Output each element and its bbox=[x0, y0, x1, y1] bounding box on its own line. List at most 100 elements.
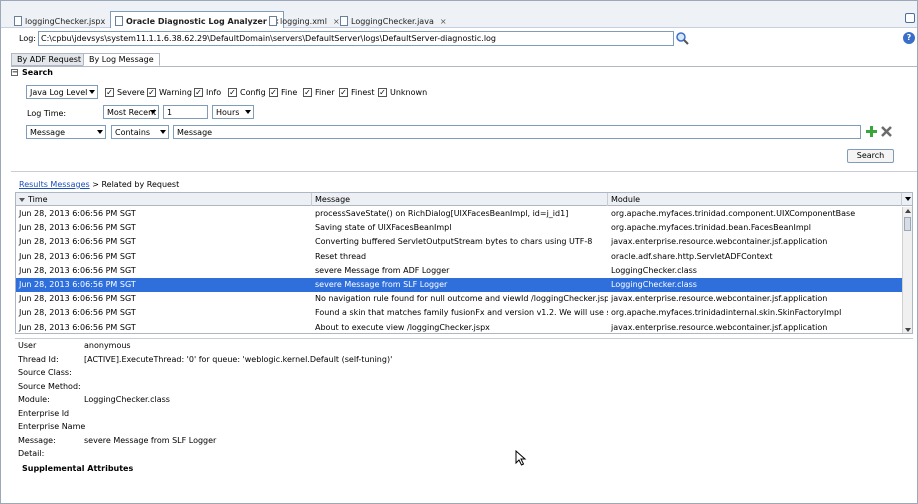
table-row[interactable]: Jun 28, 2013 6:06:56 PM SGT Found a skin… bbox=[16, 306, 902, 320]
operator-select[interactable]: Contains bbox=[111, 125, 169, 139]
log-path-input[interactable] bbox=[38, 31, 674, 46]
tab-oracle-diagnostic-log-analyzer[interactable]: Oracle Diagnostic Log Analyzer × bbox=[110, 11, 285, 28]
checkbox-checked-icon[interactable]: ✓ bbox=[269, 88, 278, 97]
remove-criteria-icon[interactable] bbox=[881, 126, 892, 137]
column-menu-icon[interactable] bbox=[905, 197, 911, 201]
tab-by-adf-request[interactable]: By ADF Request bbox=[11, 53, 88, 66]
query-input[interactable]: Message bbox=[173, 125, 861, 139]
time-unit-select[interactable]: Hours bbox=[212, 105, 254, 119]
sort-descending-icon bbox=[19, 198, 25, 202]
cell-module: org.apache.myfaces.trinidad.bean.FacesBe… bbox=[611, 223, 811, 233]
checkbox-unknown[interactable]: ✓ Unknown bbox=[378, 88, 427, 97]
detail-row-enterprise-name: Enterprise Name bbox=[18, 422, 85, 431]
cell-time: Jun 28, 2013 6:06:56 PM SGT bbox=[19, 279, 136, 289]
table-row[interactable]: Jun 28, 2013 6:06:56 PM SGT Reset thread… bbox=[16, 250, 902, 264]
checkbox-finest[interactable]: ✓ Finest bbox=[339, 88, 375, 97]
cell-message: Found a skin that matches family fusionF… bbox=[315, 308, 608, 318]
checkbox-checked-icon[interactable]: ✓ bbox=[303, 88, 312, 97]
cell-module: org.apache.myfaces.trinidad.component.UI… bbox=[611, 209, 856, 218]
detail-row-thread-id: Thread Id: [ACTIVE].ExecuteThread: '0' fo… bbox=[18, 355, 392, 364]
checkbox-severe[interactable]: ✓ Severe bbox=[105, 88, 145, 97]
results-table: Time Message Module Jun 28, 2013 6:06:56… bbox=[15, 192, 913, 334]
checkbox-config[interactable]: ✓ Config bbox=[228, 88, 266, 97]
checkbox-fine[interactable]: ✓ Fine bbox=[269, 88, 297, 97]
cell-message: severe Message from SLF Logger bbox=[315, 279, 448, 289]
add-criteria-icon[interactable] bbox=[866, 126, 877, 137]
cell-time: Jun 28, 2013 6:06:56 PM SGT bbox=[19, 308, 136, 318]
detail-row-message: Message: severe Message from SLF Logger bbox=[18, 436, 216, 445]
help-icon[interactable]: ? bbox=[903, 32, 915, 44]
cell-module: javax.enterprise.resource.webcontainer.j… bbox=[611, 237, 828, 247]
log-label: Log: bbox=[19, 34, 36, 43]
scroll-thumb[interactable] bbox=[904, 217, 911, 231]
table-row[interactable]: Jun 28, 2013 6:06:56 PM SGT About to exe… bbox=[16, 321, 902, 334]
checkbox-finer[interactable]: ✓ Finer bbox=[303, 88, 335, 97]
detail-row-enterprise-id: Enterprise Id bbox=[18, 409, 84, 418]
scroll-up-icon[interactable] bbox=[905, 209, 911, 213]
detail-row-source-class: Source Class: bbox=[18, 368, 84, 377]
tab-loggingchecker-jspx[interactable]: loggingChecker.jspx × bbox=[10, 12, 122, 28]
time-value-input[interactable]: 1 bbox=[163, 105, 208, 119]
tab-logging-xml[interactable]: logging.xml × bbox=[265, 12, 344, 28]
divider bbox=[11, 66, 917, 67]
detail-key: Source Class: bbox=[18, 368, 72, 377]
checkbox-checked-icon[interactable]: ✓ bbox=[339, 88, 348, 97]
log-level-select[interactable]: Java Log Level bbox=[26, 85, 98, 99]
detail-row-user: User anonymous bbox=[18, 341, 131, 350]
restore-window-icon[interactable] bbox=[905, 13, 915, 23]
log-analyzer-icon bbox=[115, 16, 123, 26]
log-path-bar: Log: ? bbox=[1, 28, 917, 50]
cell-message: Reset thread bbox=[315, 251, 367, 261]
cell-message: No navigation rule found for null outcom… bbox=[315, 294, 608, 304]
vertical-scrollbar[interactable] bbox=[902, 207, 912, 333]
cell-module: oracle.adf.share.http.ServletADFContext bbox=[611, 251, 773, 261]
supplemental-attributes-heading[interactable]: Supplemental Attributes bbox=[22, 464, 133, 473]
checkbox-checked-icon[interactable]: ✓ bbox=[378, 88, 387, 97]
checkbox-checked-icon[interactable]: ✓ bbox=[105, 88, 114, 97]
checkbox-label: Finest bbox=[351, 88, 375, 97]
search-button[interactable]: Search bbox=[847, 149, 894, 163]
checkbox-info[interactable]: ✓ Info bbox=[194, 88, 221, 97]
detail-value: [ACTIVE].ExecuteThread: '0' for queue: '… bbox=[84, 354, 393, 364]
detail-key: Thread Id: bbox=[18, 354, 59, 364]
table-body: Jun 28, 2013 6:06:56 PM SGT processSaveS… bbox=[16, 207, 902, 334]
close-icon[interactable]: × bbox=[440, 17, 447, 26]
table-row[interactable]: Jun 28, 2013 6:06:56 PM SGT Saving state… bbox=[16, 221, 902, 235]
tab-label: logging.xml bbox=[280, 16, 327, 26]
chevron-down-icon bbox=[160, 130, 166, 134]
checkbox-checked-icon[interactable]: ✓ bbox=[147, 88, 156, 97]
scroll-down-icon[interactable] bbox=[905, 328, 911, 332]
table-row[interactable]: Jun 28, 2013 6:06:56 PM SGT Converting b… bbox=[16, 235, 902, 249]
column-header-message[interactable]: Message bbox=[312, 193, 608, 206]
table-row[interactable]: Jun 28, 2013 6:06:56 PM SGT severe Messa… bbox=[16, 264, 902, 278]
collapse-icon[interactable]: − bbox=[11, 69, 18, 76]
table-header: Time Message Module bbox=[16, 193, 912, 206]
java-file-icon bbox=[340, 16, 348, 26]
table-row[interactable]: Jun 28, 2013 6:06:56 PM SGT processSaveS… bbox=[16, 207, 902, 221]
time-mode-select[interactable]: Most Recent bbox=[103, 105, 159, 119]
checkbox-checked-icon[interactable]: ✓ bbox=[194, 88, 203, 97]
cell-time: Jun 28, 2013 6:06:56 PM SGT bbox=[19, 251, 136, 261]
breadcrumb-current: > Related by Request bbox=[89, 180, 180, 189]
tab-by-log-message[interactable]: By Log Message bbox=[83, 53, 160, 66]
search-section-header[interactable]: − Search bbox=[11, 68, 53, 77]
search-title: Search bbox=[22, 68, 53, 77]
checkbox-checked-icon[interactable]: ✓ bbox=[228, 88, 237, 97]
chevron-down-icon bbox=[89, 90, 95, 94]
field-select[interactable]: Message bbox=[26, 125, 106, 139]
column-header-module[interactable]: Module bbox=[608, 193, 902, 206]
column-header-time[interactable]: Time bbox=[16, 193, 312, 206]
chevron-down-icon bbox=[150, 110, 156, 114]
table-row[interactable]: Jun 28, 2013 6:06:56 PM SGT No navigatio… bbox=[16, 292, 902, 306]
detail-value: anonymous bbox=[84, 341, 131, 350]
results-messages-link[interactable]: Results Messages bbox=[19, 180, 90, 189]
cell-time: Jun 28, 2013 6:06:56 PM SGT bbox=[19, 237, 136, 247]
cell-time: Jun 28, 2013 6:06:56 PM SGT bbox=[19, 265, 136, 275]
cell-time: Jun 28, 2013 6:06:56 PM SGT bbox=[19, 294, 136, 304]
tab-loggingchecker-java[interactable]: LoggingChecker.java × bbox=[336, 12, 451, 28]
detail-value: severe Message from SLF Logger bbox=[84, 435, 217, 445]
search-icon[interactable] bbox=[675, 31, 689, 45]
checkbox-warning[interactable]: ✓ Warning bbox=[147, 88, 192, 97]
log-level-value: Java Log Level bbox=[30, 88, 88, 97]
table-row-selected[interactable]: Jun 28, 2013 6:06:56 PM SGT severe Messa… bbox=[16, 277, 902, 293]
